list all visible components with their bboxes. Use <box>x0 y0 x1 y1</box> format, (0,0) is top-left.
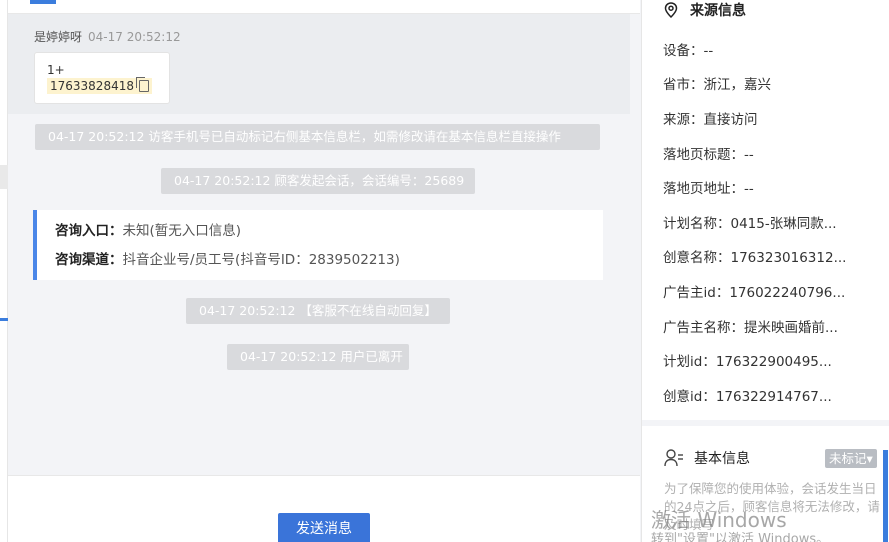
consult-channel-row: 咨询渠道：抖音企业号/员工号(抖音号ID：2839502213) <box>55 249 585 278</box>
copy-icon[interactable] <box>135 77 149 92</box>
field-plan-id: 计划id：176322900495... <box>663 354 832 370</box>
watermark-line1: 激活 Windows <box>651 508 787 532</box>
message-sender: 是婷婷呀 04-17 20:52:12 <box>34 28 181 45</box>
consult-channel-label: 咨询渠道： <box>55 252 123 268</box>
windows-activation-watermark: 激活 Windows 转到"设置"以激活 Windows。 <box>651 508 889 542</box>
watermark-line2: 转到"设置"以激活 Windows。 <box>651 532 830 542</box>
consult-channel-value: 抖音企业号/员工号(抖音号ID：2839502213) <box>122 252 400 268</box>
sender-time: 04-17 20:52:12 <box>88 30 181 44</box>
field-province-city: 省市：浙江，嘉兴 <box>663 77 771 93</box>
system-message: 04-17 20:52:12 用户已离开 <box>227 344 409 370</box>
system-message: 04-17 20:52:12 顾客发起会话，会话编号：25689 <box>161 168 475 194</box>
chat-top-bar <box>8 0 640 14</box>
left-edge-strip <box>0 0 8 542</box>
bubble-text: 1+ <box>47 63 65 77</box>
active-tab-indicator <box>30 0 56 4</box>
consult-entry-row: 咨询入口：未知(暂无入口信息) <box>55 220 585 249</box>
chat-input-area[interactable]: 发送消息 <box>8 475 640 542</box>
system-message: 04-17 20:52:12 【客服不在线自动回复】 <box>186 298 450 324</box>
tag-dropdown[interactable]: 未标记▾ <box>825 449 877 468</box>
caret-down-icon: ▾ <box>866 451 873 466</box>
chat-area: 是婷婷呀 04-17 20:52:12 1+ 17633828418 04-17 … <box>8 0 640 542</box>
user-icon <box>664 449 683 467</box>
location-pin-icon <box>664 2 678 18</box>
source-info-header: 来源信息 <box>664 0 746 20</box>
basic-info-title: 基本信息 <box>694 451 750 467</box>
consult-info-card: 咨询入口：未知(暂无入口信息) 咨询渠道：抖音企业号/员工号(抖音号ID：283… <box>33 210 603 280</box>
sender-name: 是婷婷呀 <box>34 30 83 44</box>
field-creative-name: 创意名称：176323016312... <box>663 250 847 266</box>
source-info-title: 来源信息 <box>690 3 746 19</box>
field-plan-name: 计划名称：0415-张琳同款... <box>663 216 837 232</box>
system-message: 04-17 20:52:12 访客手机号已自动标记右侧基本信息栏，如需修改请在基… <box>35 124 600 150</box>
consult-entry-label: 咨询入口： <box>55 223 123 239</box>
consult-entry-value: 未知(暂无入口信息) <box>122 223 242 239</box>
phone-highlight[interactable]: 17633828418 <box>47 77 152 94</box>
phone-number: 17633828418 <box>50 79 134 93</box>
basic-info-header: 基本信息 <box>664 448 750 468</box>
field-creative-id: 创意id：176322914767... <box>663 389 832 405</box>
send-message-button[interactable]: 发送消息 <box>278 513 370 542</box>
field-advertiser-id: 广告主id：176022240796... <box>663 285 846 301</box>
message-bubble: 1+ 17633828418 <box>34 52 170 104</box>
left-strip-active-indicator <box>0 318 8 321</box>
section-divider <box>642 420 889 426</box>
field-landing-title: 落地页标题：-- <box>663 147 754 163</box>
field-device: 设备：-- <box>663 43 714 59</box>
left-strip-item[interactable] <box>0 165 8 189</box>
field-advertiser-name: 广告主名称：提米映画婚前... <box>663 320 838 336</box>
field-landing-url: 落地页地址：-- <box>663 181 754 197</box>
field-source: 来源：直接访问 <box>663 112 758 128</box>
tag-label: 未标记 <box>829 451 867 466</box>
visitor-info-panel: 来源信息 设备：-- 省市：浙江，嘉兴 来源：直接访问 落地页标题：-- 落地页… <box>641 0 889 542</box>
